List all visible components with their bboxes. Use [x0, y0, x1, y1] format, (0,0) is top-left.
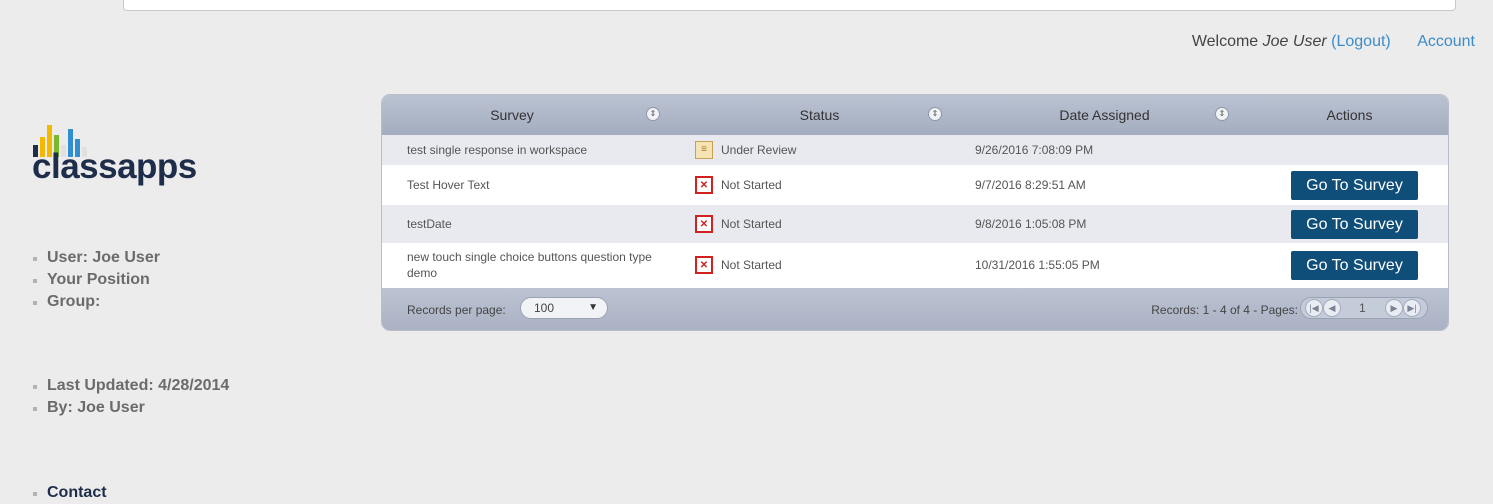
- records-per-page-label: Records per page:: [407, 303, 506, 317]
- date-assigned-cell: 9/8/2016 1:05:08 PM: [975, 217, 1087, 231]
- not-started-icon: ✕: [695, 215, 713, 233]
- status-label: Not Started: [721, 217, 782, 231]
- table-row: Test Hover Text ✕ Not Started 9/7/2016 8…: [382, 166, 1448, 205]
- welcome-bar: Welcome Joe User (Logout) Account: [1192, 33, 1475, 51]
- survey-name-cell[interactable]: new touch single choice buttons question…: [407, 244, 667, 286]
- last-page-icon[interactable]: ▶|: [1403, 299, 1421, 317]
- records-summary: Records: 1 - 4 of 4 - Pages:: [1151, 303, 1298, 317]
- status-cell: ✕ Not Started: [695, 166, 782, 204]
- survey-name-cell[interactable]: testDate: [407, 205, 667, 243]
- grid-header: Survey ⇕ Status ⇕ Date Assigned ⇕ Action…: [382, 95, 1448, 135]
- chevron-down-icon: ▼: [588, 302, 598, 313]
- account-link[interactable]: Account: [1417, 33, 1475, 50]
- top-search-input[interactable]: [123, 0, 1456, 11]
- go-to-survey-button[interactable]: Go To Survey: [1291, 251, 1418, 280]
- table-row: testDate ✕ Not Started 9/8/2016 1:05:08 …: [382, 205, 1448, 244]
- sort-status-icon[interactable]: ⇕: [928, 107, 942, 121]
- status-label: Not Started: [721, 258, 782, 272]
- sort-survey-icon[interactable]: ⇕: [646, 107, 660, 121]
- status-label: Under Review: [721, 143, 797, 157]
- date-assigned-cell: 9/26/2016 7:08:09 PM: [975, 143, 1094, 157]
- updated-by-item: By: Joe User: [32, 397, 229, 419]
- not-started-icon: ✕: [695, 256, 713, 274]
- user-info-list: User: Joe User Your Position Group:: [32, 247, 160, 313]
- date-assigned-cell: 9/7/2016 8:29:51 AM: [975, 178, 1086, 192]
- survey-name-cell[interactable]: test single response in workspace: [407, 135, 667, 165]
- status-label: Not Started: [721, 178, 782, 192]
- column-header-actions: Actions: [1326, 107, 1373, 123]
- user-position-item: Your Position: [32, 269, 160, 291]
- previous-page-icon[interactable]: ◀: [1323, 299, 1341, 317]
- update-info-list: Last Updated: 4/28/2014 By: Joe User: [32, 375, 229, 419]
- welcome-user-name: Joe User: [1262, 33, 1327, 50]
- column-header-status[interactable]: Status: [692, 95, 947, 135]
- go-to-survey-button[interactable]: Go To Survey: [1291, 210, 1418, 239]
- sidebar-links: Contact: [32, 482, 107, 504]
- column-header-survey[interactable]: Survey: [382, 95, 642, 135]
- grid-footer: Records per page: 100 ▼ Records: 1 - 4 o…: [382, 288, 1448, 330]
- column-header-date[interactable]: Date Assigned: [982, 95, 1227, 135]
- table-row: new touch single choice buttons question…: [382, 244, 1448, 287]
- records-per-page-value: 100: [534, 301, 555, 315]
- current-page-number: 1: [1359, 301, 1366, 315]
- welcome-prefix: Welcome: [1191, 33, 1259, 50]
- sort-date-icon[interactable]: ⇕: [1215, 107, 1229, 121]
- first-page-icon[interactable]: |◀: [1305, 299, 1323, 317]
- not-started-icon: ✕: [695, 176, 713, 194]
- logo-text: classapps: [32, 147, 197, 186]
- user-group-item: Group:: [32, 291, 160, 313]
- last-updated-item: Last Updated: 4/28/2014: [32, 375, 229, 397]
- survey-grid: Survey ⇕ Status ⇕ Date Assigned ⇕ Action…: [382, 95, 1448, 330]
- pager: |◀ ◀ 1 ▶ ▶|: [1300, 297, 1428, 319]
- status-cell: ✕ Not Started: [695, 244, 782, 286]
- date-assigned-cell: 10/31/2016 1:55:05 PM: [975, 258, 1100, 272]
- status-cell: ✕ Not Started: [695, 205, 782, 243]
- user-name-item: User: Joe User: [32, 247, 160, 269]
- contact-link[interactable]: Contact: [32, 482, 107, 504]
- next-page-icon[interactable]: ▶: [1385, 299, 1403, 317]
- survey-name-cell[interactable]: Test Hover Text: [407, 166, 667, 204]
- logout-link[interactable]: (Logout): [1331, 33, 1391, 50]
- table-row: test single response in workspace ≡ Unde…: [382, 135, 1448, 166]
- status-cell: ≡ Under Review: [695, 135, 796, 165]
- classapps-logo: classapps: [32, 117, 222, 187]
- records-per-page-select[interactable]: 100 ▼: [520, 297, 608, 319]
- clipboard-icon: ≡: [695, 141, 713, 159]
- go-to-survey-button[interactable]: Go To Survey: [1291, 171, 1418, 200]
